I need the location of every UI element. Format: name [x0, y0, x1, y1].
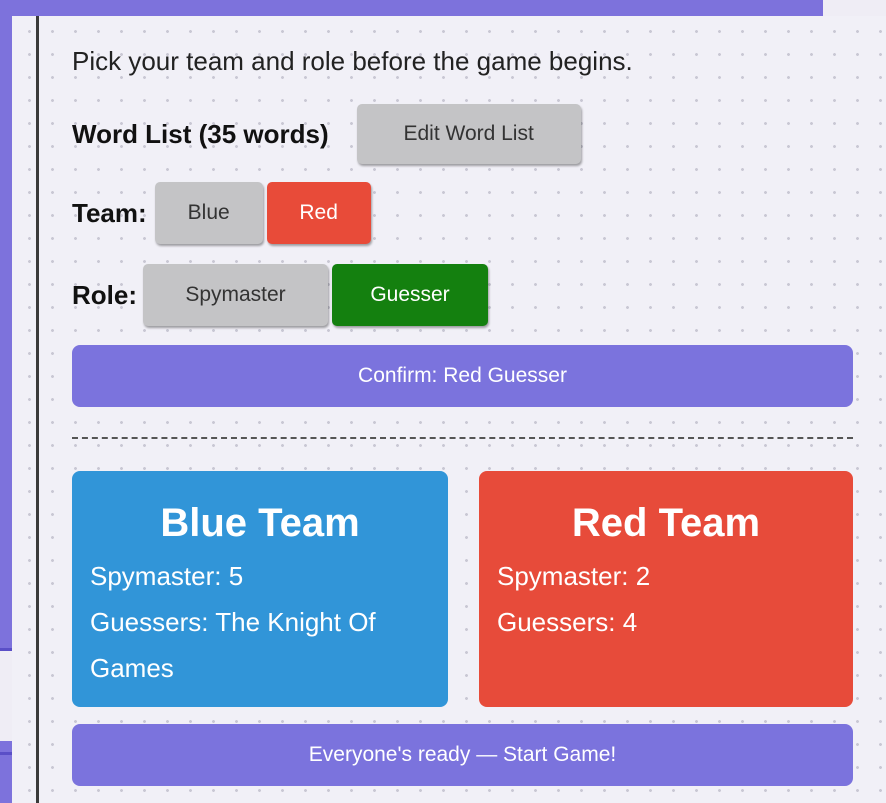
red-team-guessers: Guessers: 4 [497, 607, 638, 637]
start-game-button[interactable]: Everyone's ready — Start Game! [72, 724, 853, 786]
role-row: Role: Spymaster Guesser [72, 264, 488, 326]
blue-team-guessers: Guessers: The Knight Of Games [90, 607, 376, 683]
word-list-row: Word List (35 words) Edit Word List [72, 104, 581, 164]
panel-border [36, 16, 39, 803]
word-list-label: Word List (35 words) [72, 118, 329, 149]
role-label: Role: [72, 279, 137, 310]
role-option-guesser[interactable]: Guesser [332, 264, 488, 326]
stage: Pick your team and role before the game … [0, 0, 886, 803]
blue-team-spymaster: Spymaster: 5 [90, 561, 244, 591]
red-team-spymaster: Spymaster: 2 [497, 561, 651, 591]
team-label: Team: [72, 197, 147, 228]
role-option-spymaster[interactable]: Spymaster [143, 264, 328, 326]
instructions-text: Pick your team and role before the game … [72, 46, 633, 76]
edit-word-list-button[interactable]: Edit Word List [356, 104, 581, 164]
team-option-red[interactable]: Red [266, 182, 371, 244]
blue-team-title: Blue Team [160, 501, 360, 545]
confirm-button[interactable]: Confirm: Red Guesser [72, 345, 853, 407]
blue-team-card: Blue Team Spymaster: 5 Guessers: The Kni… [72, 471, 448, 707]
red-team-title: Red Team [571, 501, 761, 545]
red-team-card: Red Team Spymaster: 2 Guessers: 4 [479, 471, 853, 707]
team-option-blue[interactable]: Blue [154, 182, 263, 244]
team-row: Team: Blue Red [72, 182, 371, 244]
section-divider [72, 437, 853, 439]
